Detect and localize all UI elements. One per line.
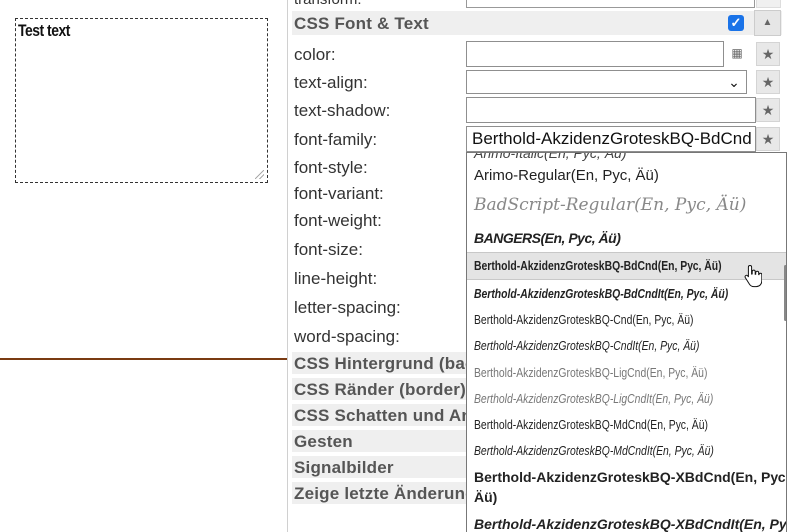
- chevron-down-icon[interactable]: ⌄: [726, 72, 742, 92]
- section-recent-changes[interactable]: Zeige letzte Änderungen: [292, 482, 467, 504]
- preview-box[interactable]: Test text: [15, 18, 268, 183]
- section-background[interactable]: CSS Hintergrund (background): [292, 352, 467, 374]
- text-align-select[interactable]: [466, 70, 747, 94]
- word-spacing-label: word-spacing:: [294, 327, 400, 346]
- section-title: Signalbilder: [294, 458, 394, 477]
- left-panel-divider: [0, 358, 288, 360]
- transform-star-button[interactable]: [756, 0, 781, 8]
- collapse-icon[interactable]: ▲: [754, 10, 781, 36]
- text-align-label: text-align:: [294, 73, 368, 92]
- dropdown-option[interactable]: BadScript-Regular(En, Рус, Äü): [467, 195, 786, 219]
- font-family-star-button[interactable]: ★: [756, 127, 780, 151]
- transform-input[interactable]: [466, 0, 755, 8]
- section-title: Gesten: [294, 432, 353, 451]
- dropdown-option[interactable]: Berthold-AkzidenzGroteskBQ-MdCnd(En, Рус…: [467, 414, 786, 436]
- color-picker-icon[interactable]: ▦: [729, 45, 745, 61]
- font-style-label: font-style:: [294, 158, 368, 177]
- section-title: CSS Ränder (border): [294, 380, 466, 399]
- dropdown-option-label: Berthold-AkzidenzGroteskBQ-BdCndIt(En, Р…: [474, 286, 729, 301]
- dropdown-option[interactable]: Berthold-AkzidenzGroteskBQ-Cnd(En, Рус, …: [467, 309, 786, 331]
- font-weight-label: font-weight:: [294, 211, 382, 230]
- dropdown-option[interactable]: Berthold-AkzidenzGroteskBQ-XBdCndIt(En, …: [467, 514, 786, 532]
- dropdown-option[interactable]: Berthold-AkzidenzGroteskBQ-BdCndIt(En, Р…: [467, 283, 786, 305]
- dropdown-option-label: Berthold-AkzidenzGroteskBQ-LigCndIt(En, …: [474, 391, 714, 406]
- font-family-label: font-family:: [294, 130, 378, 149]
- text-align-star-button[interactable]: ★: [756, 70, 780, 94]
- section-title: Zeige letzte Änderungen: [294, 484, 467, 503]
- dropdown-option-line: Äü): [474, 489, 498, 505]
- dropdown-option[interactable]: Berthold-AkzidenzGroteskBQ-XBdCnd(En, Ру…: [467, 467, 787, 507]
- section-enable-checkbox[interactable]: ✓: [728, 15, 744, 31]
- dropdown-option-label: Berthold-AkzidenzGroteskBQ-CndIt(En, Рус…: [474, 338, 700, 353]
- dropdown-option-label: Berthold-AkzidenzGroteskBQ-MdCnd(En, Рус…: [474, 417, 708, 432]
- color-input[interactable]: [466, 41, 724, 67]
- dropdown-option[interactable]: BANGERS(En, Рус, Äü): [467, 230, 786, 250]
- dropdown-option[interactable]: Berthold-AkzidenzGroteskBQ-LigCnd(En, Ру…: [467, 362, 786, 384]
- dropdown-option-line: Berthold-AkzidenzGroteskBQ-XBdCnd(En, Ру…: [474, 469, 787, 485]
- dropdown-option[interactable]: Berthold-AkzidenzGroteskBQ-LigCndIt(En, …: [467, 388, 786, 410]
- section-font-title: CSS Font & Text: [294, 14, 429, 33]
- font-family-dropdown[interactable]: Arimo-Italic(En, Рус, Äü) Arimo-Regular(…: [466, 152, 787, 532]
- font-size-label: font-size:: [294, 240, 363, 259]
- dropdown-option-label: Berthold-AkzidenzGroteskBQ-LigCnd(En, Ру…: [474, 365, 708, 380]
- line-height-label: line-height:: [294, 269, 378, 288]
- color-label: color:: [294, 45, 336, 64]
- dropdown-option-label: Berthold-AkzidenzGroteskBQ-Cnd(En, Рус, …: [474, 312, 694, 327]
- preview-text: Test text: [18, 21, 70, 40]
- text-shadow-label: text-shadow:: [294, 101, 391, 120]
- dropdown-option[interactable]: Arimo-Regular(En, Рус, Äü): [467, 167, 786, 187]
- section-font-text[interactable]: CSS Font & Text ✓ ▲: [292, 10, 782, 36]
- color-star-button[interactable]: ★: [756, 42, 780, 66]
- resize-grip-icon[interactable]: [255, 170, 264, 179]
- section-title: CSS Schatten und Animationen: [294, 406, 467, 425]
- dropdown-option-label: Berthold-AkzidenzGroteskBQ-BdCnd(En, Рус…: [474, 258, 722, 273]
- text-shadow-star-button[interactable]: ★: [756, 98, 780, 122]
- hand-cursor-icon: [744, 264, 762, 288]
- transform-label: transform:: [294, 0, 362, 8]
- dropdown-option[interactable]: Arimo-Italic(En, Рус, Äü): [467, 153, 786, 163]
- dropdown-option-label: Berthold-AkzidenzGroteskBQ-MdCndIt(En, Р…: [474, 443, 714, 458]
- panel-splitter[interactable]: [287, 0, 288, 532]
- letter-spacing-label: letter-spacing:: [294, 298, 401, 317]
- section-gestures[interactable]: Gesten: [292, 430, 467, 452]
- font-family-input[interactable]: Berthold-AkzidenzGroteskBQ-BdCnd: [466, 126, 756, 152]
- dropdown-option-highlighted[interactable]: Berthold-AkzidenzGroteskBQ-BdCnd(En, Рус…: [467, 252, 786, 280]
- dropdown-option[interactable]: Berthold-AkzidenzGroteskBQ-MdCndIt(En, Р…: [467, 440, 786, 462]
- text-shadow-input[interactable]: [466, 97, 756, 123]
- section-shadow[interactable]: CSS Schatten und Animationen: [292, 404, 467, 426]
- font-variant-label: font-variant:: [294, 184, 384, 203]
- dropdown-option[interactable]: Berthold-AkzidenzGroteskBQ-CndIt(En, Рус…: [467, 335, 786, 357]
- section-border[interactable]: CSS Ränder (border): [292, 378, 467, 400]
- section-signals[interactable]: Signalbilder: [292, 456, 467, 478]
- section-title: CSS Hintergrund (background): [294, 354, 467, 373]
